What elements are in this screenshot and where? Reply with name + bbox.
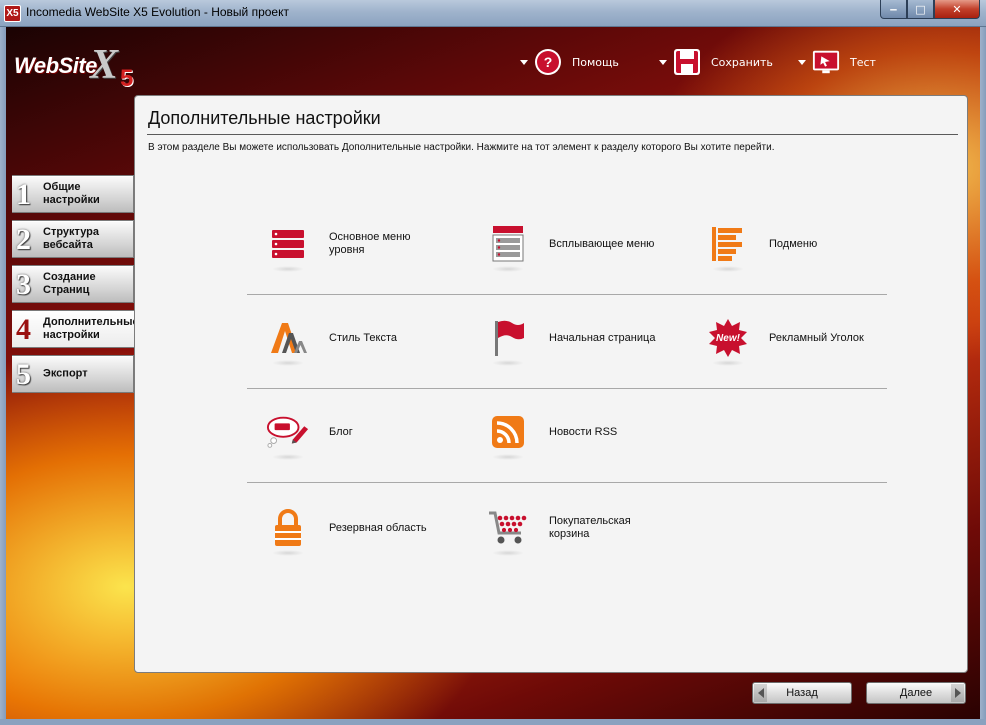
text-style-label: Стиль Текста: [329, 331, 398, 344]
step-number: 3: [16, 268, 31, 301]
minimize-button[interactable]: ‒: [880, 0, 907, 19]
help-icon: ?: [534, 48, 562, 76]
window-frame-bottom: [0, 719, 986, 725]
save-icon: [673, 48, 701, 76]
popup-menu-label: Всплывающее меню: [549, 237, 655, 250]
step-number: 4: [16, 313, 31, 346]
rss-news-tile[interactable]: Новости RSS: [486, 385, 617, 479]
main-menu-tile[interactable]: Основное меню уровня: [266, 197, 410, 291]
save-label: Сохранить: [711, 55, 773, 69]
title-bar: X5 Incomedia WebSite X5 Evolution - Новы…: [0, 0, 986, 27]
popup-menu-icon: [486, 222, 530, 272]
back-button[interactable]: Назад: [752, 682, 852, 704]
tiles-row: Блог Новости RSS: [247, 385, 887, 479]
page-title: Дополнительные настройки: [148, 108, 381, 128]
next-label: Далее: [899, 687, 933, 699]
test-button[interactable]: Тест: [798, 47, 876, 77]
save-button[interactable]: Сохранить: [659, 47, 773, 77]
close-button[interactable]: ✕: [934, 0, 980, 19]
text-style-tile[interactable]: Стиль Текста: [266, 291, 397, 385]
advanced-settings-panel: Дополнительные настройки В этом разделе …: [134, 95, 968, 673]
website-x5-logo: WebSite X 5: [14, 42, 144, 93]
new-badge-text: New!: [716, 333, 741, 344]
app-icon: X5: [4, 5, 21, 22]
title-divider: [147, 134, 958, 135]
ad-corner-tile[interactable]: New! Рекламный Уголок: [706, 291, 864, 385]
step-label: Дополнительные настройки: [43, 316, 139, 341]
nav-step-page-creation[interactable]: 3 Создание Страниц: [12, 265, 134, 303]
arrow-right-icon: [951, 684, 964, 702]
tiles-row: Основное меню уровня Всплывающее меню По…: [247, 197, 887, 291]
shopping-cart-icon: [486, 506, 530, 556]
test-label: Тест: [850, 55, 876, 69]
new-badge-icon: New!: [706, 316, 750, 366]
popup-menu-tile[interactable]: Всплывающее меню: [486, 197, 654, 291]
main-menu-label: Основное меню уровня: [329, 231, 411, 256]
step-label: Структура вебсайта: [43, 226, 99, 251]
test-preview-icon: [812, 48, 840, 76]
back-label: Назад: [786, 687, 818, 699]
main-menu-icon: [266, 222, 310, 272]
shopping-cart-tile[interactable]: Покупательская корзина: [486, 481, 631, 575]
submenu-label: Подменю: [769, 237, 818, 250]
step-navigation: 1 Общие настройки 2 Структура вебсайта 3…: [12, 175, 140, 400]
window-controls: ‒ □ ✕: [880, 0, 980, 19]
nav-step-advanced-settings[interactable]: 4 Дополнительные настройки: [12, 310, 140, 348]
logo-word: WebSite: [14, 53, 97, 78]
home-page-label: Начальная страница: [549, 331, 656, 344]
reserved-area-tile[interactable]: Резервная область: [266, 481, 427, 575]
step-number: 5: [16, 358, 31, 391]
page-description: В этом разделе Вы можете использовать До…: [148, 142, 775, 153]
logo-five: 5: [120, 65, 134, 92]
tiles-row: Стиль Текста Начальная страница New! Рек…: [247, 291, 887, 385]
help-label: Помощь: [572, 55, 619, 69]
next-button[interactable]: Далее: [866, 682, 966, 704]
window-frame-right: [980, 27, 986, 725]
lock-icon: [266, 506, 310, 556]
ad-corner-label: Рекламный Уголок: [769, 331, 864, 344]
step-number: 1: [16, 178, 31, 211]
svg-text:?: ?: [544, 54, 553, 70]
nav-step-export[interactable]: 5 Экспорт: [12, 355, 134, 393]
text-style-icon: [266, 316, 310, 366]
dropdown-arrow-icon[interactable]: [659, 59, 667, 65]
rss-icon: [486, 410, 530, 460]
help-button[interactable]: ? Помощь: [520, 47, 619, 77]
submenu-icon: [706, 222, 750, 272]
reserved-area-label: Резервная область: [329, 521, 427, 534]
submenu-tile[interactable]: Подменю: [706, 197, 817, 291]
blog-label: Блог: [329, 425, 353, 438]
step-label: Экспорт: [43, 367, 88, 380]
home-page-tile[interactable]: Начальная страница: [486, 291, 655, 385]
tiles-row: Резервная область Покупательская корзина: [247, 481, 887, 575]
arrow-left-icon: [754, 684, 767, 702]
nav-step-general-settings[interactable]: 1 Общие настройки: [12, 175, 134, 213]
shopping-cart-label: Покупательская корзина: [549, 515, 631, 540]
logo-x: X: [90, 42, 119, 88]
app-stage: WebSite X 5 ? Помощь Сохранить Тест 1 Об…: [6, 27, 980, 719]
step-label: Общие настройки: [43, 181, 100, 206]
blog-icon: [266, 410, 310, 460]
dropdown-arrow-icon[interactable]: [798, 59, 806, 65]
window-title: Incomedia WebSite X5 Evolution - Новый п…: [26, 5, 289, 19]
rss-news-label: Новости RSS: [549, 425, 618, 438]
dropdown-arrow-icon[interactable]: [520, 59, 528, 65]
flag-icon: [486, 316, 530, 366]
blog-tile[interactable]: Блог: [266, 385, 353, 479]
step-label: Создание Страниц: [43, 271, 96, 296]
maximize-button[interactable]: □: [907, 0, 934, 19]
step-number: 2: [16, 223, 31, 256]
nav-step-site-structure[interactable]: 2 Структура вебсайта: [12, 220, 134, 258]
